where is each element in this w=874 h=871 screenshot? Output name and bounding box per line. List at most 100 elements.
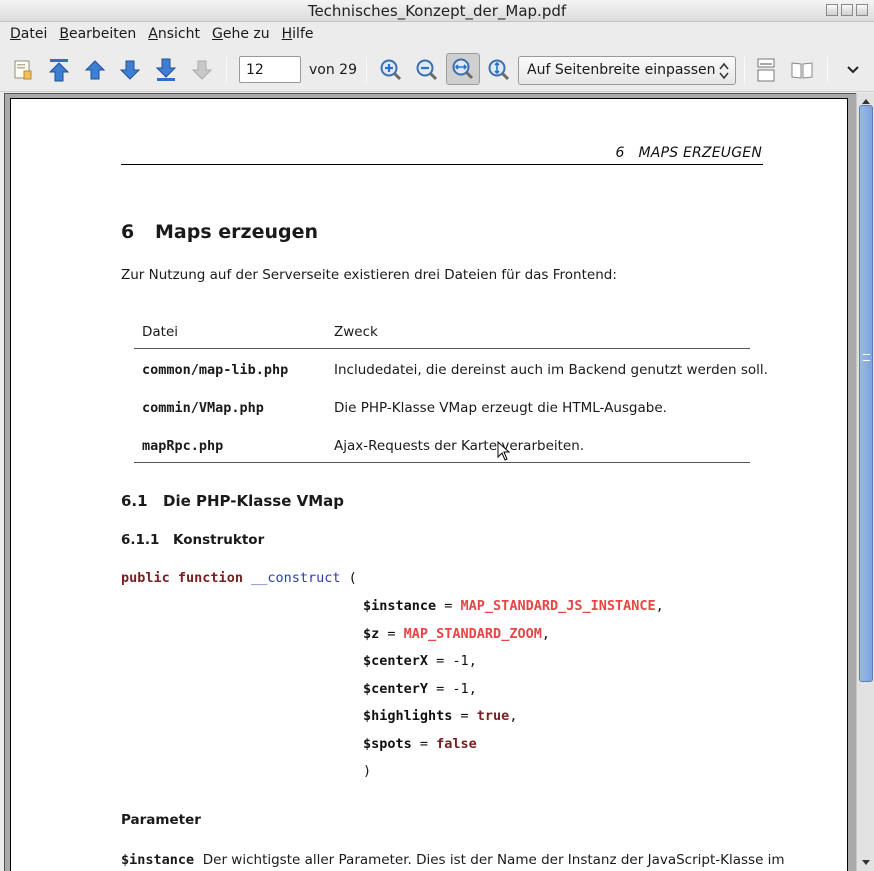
table-header-purpose: Zweck xyxy=(334,324,378,340)
table-header-rule xyxy=(134,348,750,349)
code-operator: = xyxy=(411,736,437,752)
last-page-button[interactable] xyxy=(151,55,181,85)
document-viewer[interactable]: 6 MAPS ERZEUGEN 6 Maps erzeugen Zur Nutzu… xyxy=(4,93,856,871)
window-title: Technisches_Konzept_der_Map.pdf xyxy=(307,2,567,20)
menu-datei-label: Datei xyxy=(10,26,48,42)
scrollbar-grip xyxy=(863,354,870,361)
zoom-fit-width-icon xyxy=(452,58,474,80)
menu-hilfe-label: Hilfe xyxy=(281,26,314,42)
code-signature-line: public function __construct ( xyxy=(121,570,357,586)
code-function-name: __construct xyxy=(251,570,341,586)
subsection-title: Die PHP-Klasse VMap xyxy=(163,492,345,510)
zoom-mode-select[interactable]: Auf Seitenbreite einpassen xyxy=(518,56,736,85)
next-page-button[interactable] xyxy=(115,55,145,85)
pdf-page: 6 MAPS ERZEUGEN 6 Maps erzeugen Zur Nutzu… xyxy=(10,98,848,871)
chevron-down-icon xyxy=(847,66,859,74)
zoom-out-icon xyxy=(416,59,438,81)
toolbar: von 29 Auf Seitenbreite einpassen xyxy=(0,47,874,92)
menu-datei[interactable]: Datei xyxy=(4,23,53,47)
go-back-disabled-icon xyxy=(191,60,213,80)
code-comma: , xyxy=(468,681,477,697)
code-param-name: $spots xyxy=(363,736,412,752)
menu-ansicht[interactable]: Ansicht xyxy=(142,23,206,47)
best-fit-button[interactable] xyxy=(484,55,514,85)
table-cell-file: commin/VMap.php xyxy=(142,400,264,416)
table-cell-purpose: Ajax-Requests der Karte verarbeiten. xyxy=(334,438,585,454)
code-param-value: MAP_STANDARD_JS_INSTANCE xyxy=(460,598,656,614)
fit-width-button[interactable] xyxy=(446,53,480,85)
menu-gehe-zu[interactable]: Gehe zu xyxy=(206,23,276,47)
code-operator: = xyxy=(379,626,404,642)
parameter-heading: Parameter xyxy=(121,812,201,828)
code-close-paren: ) xyxy=(363,763,372,779)
back-button[interactable] xyxy=(187,55,217,85)
close-button[interactable] xyxy=(856,4,868,16)
window-controls xyxy=(826,4,868,16)
table-header-file: Datei xyxy=(142,324,179,340)
menu-bearbeiten[interactable]: Bearbeiten xyxy=(53,23,142,47)
code-operator: = xyxy=(436,598,461,614)
page-number-input[interactable] xyxy=(239,56,301,83)
code-operator: = xyxy=(428,681,453,697)
code-param-value: -1 xyxy=(452,681,469,697)
code-param-value: false xyxy=(436,736,477,752)
document-index-icon xyxy=(14,60,32,80)
code-comma: , xyxy=(509,708,518,724)
first-page-button[interactable] xyxy=(44,55,74,85)
maximize-button[interactable] xyxy=(841,4,853,16)
toolbar-overflow-button[interactable] xyxy=(838,55,868,85)
code-comma: , xyxy=(541,626,550,642)
code-param-line: $instance = MAP_STANDARD_JS_INSTANCE, xyxy=(363,598,664,614)
window-titlebar: Technisches_Konzept_der_Map.pdf xyxy=(0,0,874,22)
index-button[interactable] xyxy=(8,55,38,85)
subsection-heading: 6.1 Die PHP-Klasse VMap xyxy=(121,492,344,510)
previous-page-button[interactable] xyxy=(80,55,110,85)
scrollbar-thumb[interactable] xyxy=(859,105,873,682)
subsubsection-heading: 6.1.1 Konstruktor xyxy=(121,532,264,548)
go-first-icon xyxy=(48,59,70,82)
code-param-line: $centerY = -1, xyxy=(363,681,477,697)
toolbar-separator xyxy=(827,57,828,83)
go-down-icon xyxy=(119,60,141,80)
dual-page-button[interactable] xyxy=(787,55,817,85)
subsubsection-title: Konstruktor xyxy=(173,532,265,548)
code-param-line: $centerX = -1, xyxy=(363,653,477,669)
intro-paragraph: Zur Nutzung auf der Serverseite existier… xyxy=(121,267,617,283)
code-param-value: MAP_STANDARD_ZOOM xyxy=(403,626,542,642)
vertical-scrollbar[interactable] xyxy=(856,93,874,871)
go-up-icon xyxy=(84,60,106,80)
toolbar-separator xyxy=(366,57,367,83)
zoom-out-button[interactable] xyxy=(412,55,442,85)
scroll-down-arrow-icon[interactable] xyxy=(859,855,873,869)
table-cell-file: common/map-lib.php xyxy=(142,362,289,378)
menu-hilfe[interactable]: Hilfe xyxy=(276,23,320,47)
code-param-name: $z xyxy=(363,626,380,642)
menu-bearbeiten-label: Bearbeiten xyxy=(59,26,137,42)
zoom-in-button[interactable] xyxy=(376,55,406,85)
param-description: $instance Der wichtigste aller Parameter… xyxy=(121,852,785,868)
subsection-number: 6.1 xyxy=(121,492,148,510)
code-param-name: $centerX xyxy=(363,653,429,669)
table-cell-purpose: Die PHP-Klasse VMap erzeugt die HTML-Aus… xyxy=(334,400,667,416)
code-param-line: $z = MAP_STANDARD_ZOOM, xyxy=(363,626,550,642)
select-arrows-icon xyxy=(719,62,729,80)
code-comma: , xyxy=(655,598,664,614)
table-bottom-rule xyxy=(134,462,750,463)
zoom-in-icon xyxy=(380,59,402,81)
minimize-button[interactable] xyxy=(826,4,838,16)
table-cell-file: mapRpc.php xyxy=(142,438,224,454)
zoom-best-fit-icon xyxy=(488,59,510,81)
continuous-view-button[interactable] xyxy=(751,55,781,85)
menu-ansicht-label: Ansicht xyxy=(148,26,200,42)
zoom-mode-value: Auf Seitenbreite einpassen xyxy=(527,62,716,78)
code-keyword: function xyxy=(177,570,243,586)
section-number: 6 xyxy=(121,221,135,243)
section-title: Maps erzeugen xyxy=(155,221,318,243)
code-comma: , xyxy=(468,653,477,669)
code-param-line: $spots = false xyxy=(363,736,477,752)
param-text: Der wichtigste aller Parameter. Dies ist… xyxy=(202,852,785,868)
toolbar-separator xyxy=(744,57,745,83)
code-operator: = xyxy=(428,653,453,669)
code-param-value: -1 xyxy=(452,653,469,669)
subsubsection-number: 6.1.1 xyxy=(121,532,160,548)
